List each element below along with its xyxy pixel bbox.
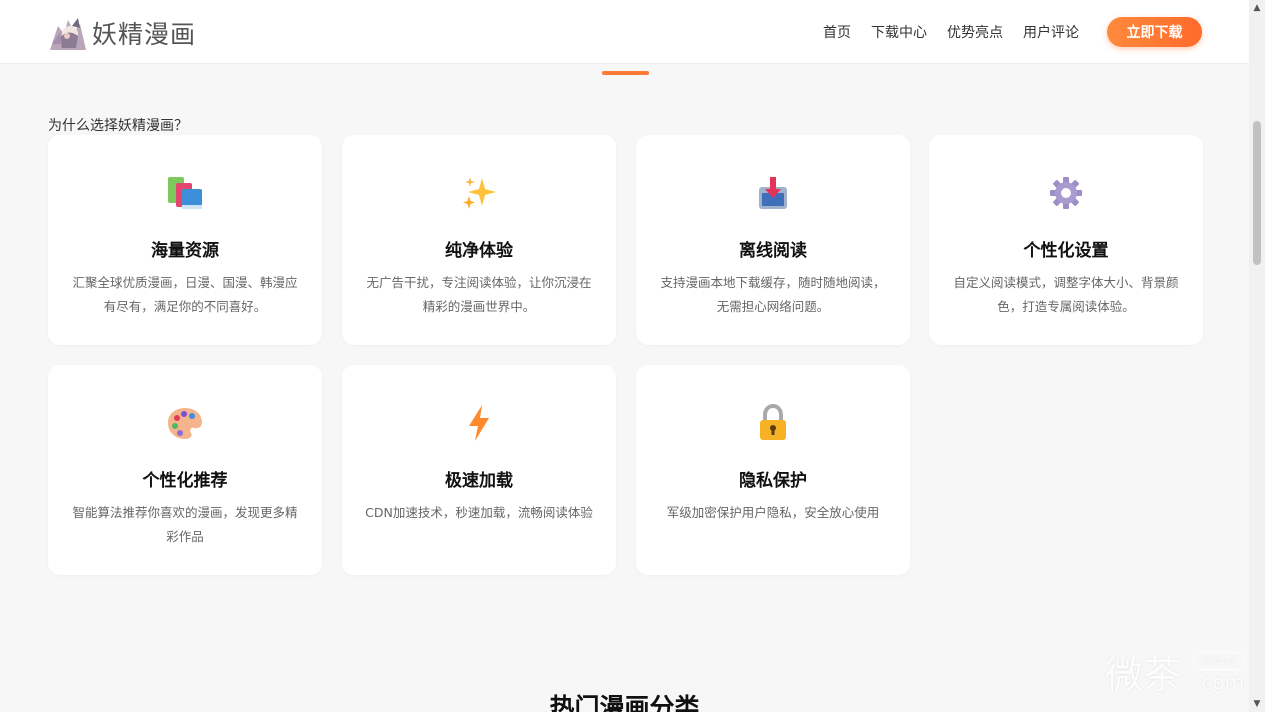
feature-card-privacy: 隐私保护 军级加密保护用户隐私，安全放心使用: [636, 365, 910, 575]
fairy-logo-icon: [48, 14, 88, 52]
feature-description: 无广告干扰，专注阅读体验，让你沉浸在精彩的漫画世界中。: [366, 275, 592, 314]
feature-card-clean: 纯净体验 无广告干扰，专注阅读体验，让你沉浸在精彩的漫画世界中。: [342, 135, 616, 345]
feature-card-recommend: 个性化推荐 智能算法推荐你喜欢的漫画，发现更多精彩作品: [48, 365, 322, 575]
nav-highlights[interactable]: 优势亮点: [947, 22, 1003, 42]
watermark: 微茶 WXCHA .com: [1105, 644, 1245, 697]
vertical-scrollbar[interactable]: ▲ ▼: [1249, 0, 1265, 712]
palette-icon: [48, 403, 322, 443]
nav-download-center[interactable]: 下载中心: [871, 22, 927, 42]
section-title: 为什么选择妖精漫画？: [48, 118, 188, 134]
feature-description: CDN加速技术，秒速加载，流畅阅读体验: [365, 505, 593, 520]
nav-home[interactable]: 首页: [823, 22, 851, 42]
feature-title: 个性化设置: [1023, 241, 1109, 261]
feature-title: 隐私保护: [739, 471, 807, 491]
download-now-button[interactable]: 立即下载: [1107, 17, 1202, 47]
logo-text: 妖精漫画: [92, 20, 197, 49]
feature-card-offline: 离线阅读 支持漫画本地下载缓存，随时随地阅读，无需担心网络问题。: [636, 135, 910, 345]
feature-description: 军级加密保护用户隐私，安全放心使用: [666, 505, 880, 520]
nav-user-reviews[interactable]: 用户评论: [1023, 22, 1079, 42]
hot-categories-heading: 热门漫画分类: [549, 693, 700, 712]
sparkles-icon: [342, 173, 616, 213]
feature-description: 支持漫画本地下载缓存，随时随地阅读，无需担心网络问题。: [660, 275, 886, 314]
lock-icon: [636, 403, 910, 443]
gear-icon: [929, 173, 1203, 213]
feature-title: 海量资源: [151, 241, 219, 261]
section-accent-line: [602, 71, 649, 75]
download-inbox-icon: [636, 173, 910, 213]
feature-title: 纯净体验: [445, 241, 513, 261]
feature-title: 极速加载: [445, 471, 513, 491]
watermark-domain: .com: [1195, 670, 1245, 694]
site-logo[interactable]: 妖精漫画: [48, 14, 196, 52]
feature-card-fast-load: 极速加载 CDN加速技术，秒速加载，流畅阅读体验: [342, 365, 616, 575]
scroll-up-arrow-icon[interactable]: ▲: [1249, 0, 1265, 16]
feature-card-resources: 海量资源 汇聚全球优质漫画，日漫、国漫、韩漫应有尽有，满足你的不同喜好。: [48, 135, 322, 345]
feature-description: 智能算法推荐你喜欢的漫画，发现更多精彩作品: [72, 505, 298, 544]
watermark-text: 微茶: [1105, 653, 1182, 697]
books-icon: [48, 173, 322, 213]
page-viewport: 妖精漫画 首页 下载中心 优势亮点 用户评论 立即下载 为什么选择妖精漫画？ 海…: [0, 0, 1249, 712]
scroll-thumb[interactable]: [1253, 121, 1261, 265]
feature-title: 个性化推荐: [142, 471, 228, 491]
feature-description: 汇聚全球优质漫画，日漫、国漫、韩漫应有尽有，满足你的不同喜好。: [72, 275, 298, 314]
main-nav: 首页 下载中心 优势亮点 用户评论 立即下载: [823, 17, 1202, 47]
feature-card-settings: 个性化设置 自定义阅读模式，调整字体大小、背景颜色，打造专属阅读体验。: [929, 135, 1203, 345]
feature-description: 自定义阅读模式，调整字体大小、背景颜色，打造专属阅读体验。: [953, 275, 1179, 314]
feature-title: 离线阅读: [739, 241, 807, 261]
lightning-icon: [342, 403, 616, 443]
scroll-down-arrow-icon[interactable]: ▼: [1249, 696, 1265, 712]
watermark-badge: WXCHA: [1193, 652, 1245, 670]
site-header: 妖精漫画 首页 下载中心 优势亮点 用户评论 立即下载: [0, 0, 1249, 64]
